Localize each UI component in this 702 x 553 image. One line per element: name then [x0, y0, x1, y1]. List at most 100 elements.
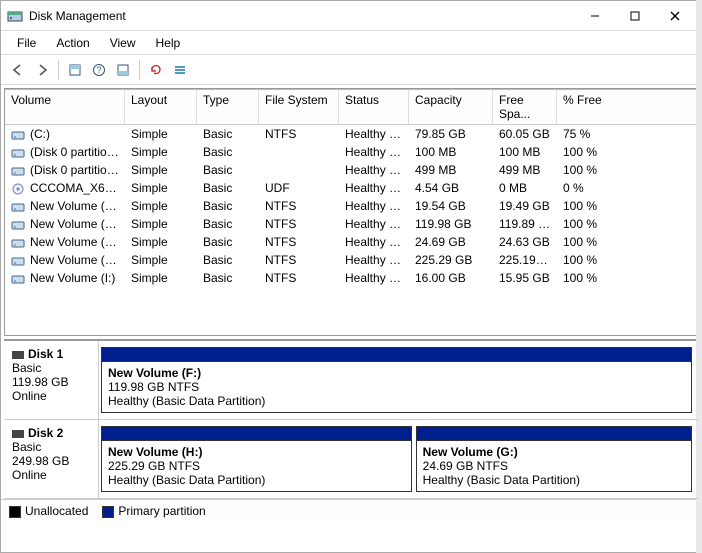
volume-list-header: Volume Layout Type File System Status Ca… — [5, 89, 697, 125]
status-cell: Healthy (E... — [339, 144, 409, 160]
volume-name-cell: (Disk 0 partition 1) — [5, 144, 125, 160]
fs-cell: NTFS — [259, 270, 339, 286]
column-layout[interactable]: Layout — [125, 89, 197, 124]
column-free-space[interactable]: Free Spa... — [493, 89, 557, 124]
free-cell: 19.49 GB — [493, 198, 557, 214]
disk-status: Online — [12, 468, 90, 482]
partition-box[interactable]: New Volume (F:)119.98 GB NTFSHealthy (Ba… — [101, 347, 692, 413]
view-top-button[interactable] — [64, 59, 86, 81]
partition-health: Healthy (Basic Data Partition) — [108, 473, 405, 487]
help-button[interactable]: ? — [88, 59, 110, 81]
column-capacity[interactable]: Capacity — [409, 89, 493, 124]
legend-primary: Primary partition — [102, 504, 205, 518]
type-cell: Basic — [197, 144, 259, 160]
primary-swatch — [102, 506, 114, 518]
fs-cell: NTFS — [259, 126, 339, 142]
fs-cell — [259, 151, 339, 153]
volume-name-cell: CCCOMA_X64FRE... — [5, 180, 125, 196]
volume-row[interactable]: New Volume (E:)SimpleBasicNTFSHealthy (B… — [5, 197, 697, 215]
volume-row[interactable]: New Volume (I:)SimpleBasicNTFSHealthy (A… — [5, 269, 697, 287]
volume-row[interactable]: (Disk 0 partition 1)SimpleBasicHealthy (… — [5, 143, 697, 161]
pfree-cell: 100 % — [557, 252, 697, 268]
type-cell: Basic — [197, 270, 259, 286]
capacity-cell: 24.69 GB — [409, 234, 493, 250]
fs-cell — [259, 169, 339, 171]
forward-button[interactable] — [31, 59, 53, 81]
toolbar-separator — [58, 60, 59, 80]
close-button[interactable] — [655, 2, 695, 30]
partition-name: New Volume (H:) — [108, 445, 405, 459]
menu-file[interactable]: File — [7, 34, 46, 52]
disk-label[interactable]: Disk 1Basic119.98 GBOnline — [4, 341, 99, 419]
volume-row[interactable]: (Disk 0 partition 5)SimpleBasicHealthy (… — [5, 161, 697, 179]
status-cell: Healthy (B... — [339, 216, 409, 232]
capacity-cell: 4.54 GB — [409, 180, 493, 196]
drive-icon — [11, 237, 27, 249]
view-bottom-button[interactable] — [112, 59, 134, 81]
volume-name-cell: New Volume (G:) — [5, 234, 125, 250]
volume-row[interactable]: CCCOMA_X64FRE...SimpleBasicUDFHealthy (P… — [5, 179, 697, 197]
drive-icon — [11, 201, 27, 213]
disk-name: Disk 2 — [12, 426, 90, 440]
column-percent-free[interactable]: % Free — [557, 89, 697, 124]
free-cell: 15.95 GB — [493, 270, 557, 286]
refresh-button[interactable] — [145, 59, 167, 81]
legend-primary-label: Primary partition — [118, 504, 205, 518]
column-file-system[interactable]: File System — [259, 89, 339, 124]
partition-content: New Volume (H:)225.29 GB NTFSHealthy (Ba… — [102, 441, 411, 491]
disk-partitions: New Volume (F:)119.98 GB NTFSHealthy (Ba… — [99, 341, 698, 419]
partition-box[interactable]: New Volume (G:)24.69 GB NTFSHealthy (Bas… — [416, 426, 692, 492]
disk-label[interactable]: Disk 2Basic249.98 GBOnline — [4, 420, 99, 498]
volume-row[interactable]: New Volume (H:)SimpleBasicNTFSHealthy (B… — [5, 251, 697, 269]
maximize-button[interactable] — [615, 2, 655, 30]
disc-icon — [11, 183, 27, 195]
back-button[interactable] — [7, 59, 29, 81]
titlebar: Disk Management — [1, 1, 701, 31]
volume-row[interactable]: New Volume (G:)SimpleBasicNTFSHealthy (B… — [5, 233, 697, 251]
disk-row: Disk 1Basic119.98 GBOnlineNew Volume (F:… — [4, 341, 698, 420]
volume-name-cell: (C:) — [5, 126, 125, 142]
menu-action[interactable]: Action — [46, 34, 99, 52]
free-cell: 225.19 GB — [493, 252, 557, 268]
menu-view[interactable]: View — [100, 34, 146, 52]
minimize-button[interactable] — [575, 2, 615, 30]
partition-health: Healthy (Basic Data Partition) — [423, 473, 685, 487]
capacity-cell: 119.98 GB — [409, 216, 493, 232]
disk-graphical-view: Disk 1Basic119.98 GBOnlineNew Volume (F:… — [4, 339, 698, 499]
layout-cell: Simple — [125, 126, 197, 142]
volume-row[interactable]: New Volume (F:)SimpleBasicNTFSHealthy (B… — [5, 215, 697, 233]
partition-health: Healthy (Basic Data Partition) — [108, 394, 685, 408]
disk-name: Disk 1 — [12, 347, 90, 361]
layout-cell: Simple — [125, 234, 197, 250]
list-button[interactable] — [169, 59, 191, 81]
partition-color-bar — [102, 348, 691, 362]
disk-icon — [12, 430, 24, 438]
volume-name-cell: New Volume (E:) — [5, 198, 125, 214]
type-cell: Basic — [197, 162, 259, 178]
menu-help[interactable]: Help — [146, 34, 191, 52]
volume-list-body[interactable]: (C:)SimpleBasicNTFSHealthy (B...79.85 GB… — [5, 125, 697, 335]
capacity-cell: 16.00 GB — [409, 270, 493, 286]
free-cell: 499 MB — [493, 162, 557, 178]
disk-status: Online — [12, 389, 90, 403]
pfree-cell: 100 % — [557, 216, 697, 232]
column-volume[interactable]: Volume — [5, 89, 125, 124]
window-title: Disk Management — [29, 9, 575, 23]
pfree-cell: 100 % — [557, 270, 697, 286]
volume-row[interactable]: (C:)SimpleBasicNTFSHealthy (B...79.85 GB… — [5, 125, 697, 143]
volume-list: Volume Layout Type File System Status Ca… — [4, 88, 698, 336]
type-cell: Basic — [197, 180, 259, 196]
partition-box[interactable]: New Volume (H:)225.29 GB NTFSHealthy (Ba… — [101, 426, 412, 492]
free-cell: 119.89 GB — [493, 216, 557, 232]
type-cell: Basic — [197, 234, 259, 250]
drive-icon — [11, 165, 27, 177]
layout-cell: Simple — [125, 162, 197, 178]
type-cell: Basic — [197, 198, 259, 214]
legend: Unallocated Primary partition — [1, 499, 701, 522]
capacity-cell: 79.85 GB — [409, 126, 493, 142]
column-status[interactable]: Status — [339, 89, 409, 124]
capacity-cell: 19.54 GB — [409, 198, 493, 214]
status-cell: Healthy (A... — [339, 270, 409, 286]
column-type[interactable]: Type — [197, 89, 259, 124]
layout-cell: Simple — [125, 216, 197, 232]
